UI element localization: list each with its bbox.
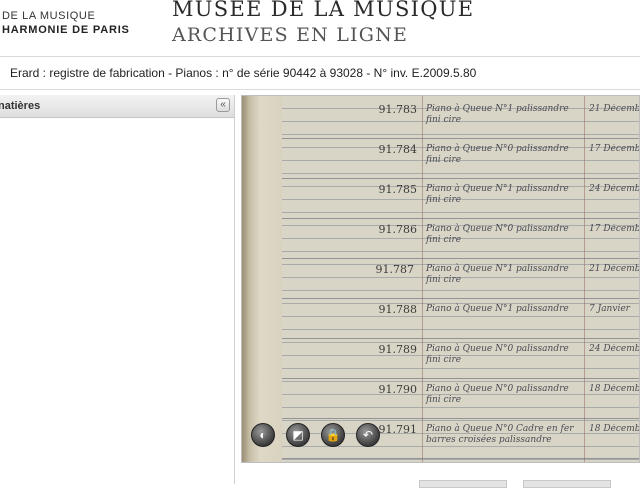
entry-date: 24 Décembre xyxy=(589,184,640,194)
column-rule xyxy=(422,96,423,462)
row-rule xyxy=(282,298,639,299)
entry-description-line: Piano à Queue N°1 palissandre xyxy=(426,304,569,314)
entry-description: Piano à Queue N°0 palissandre fini cire xyxy=(426,144,582,166)
entry-description: Piano à Queue N°0 palissandre fini cire xyxy=(426,344,582,366)
row-rule xyxy=(282,458,639,459)
entry-description-line: Piano à Queue N°1 palissandre xyxy=(426,104,569,114)
entry-description: Piano à Queue N°0 palissandre fini cire xyxy=(426,224,582,246)
entry-date: 17 Décembre xyxy=(589,224,640,234)
entry-description-line: Piano à Queue N°0 Cadre en fer xyxy=(426,424,574,434)
panel-header: natières « xyxy=(0,95,234,118)
document-title-bar: Erard : registre de fabrication - Pianos… xyxy=(0,57,640,90)
row-rule xyxy=(282,138,639,139)
table-of-contents-panel: natières « xyxy=(0,95,235,484)
entry-date: 18 Décembre xyxy=(589,424,640,434)
document-title: Erard : registre de fabrication - Pianos… xyxy=(10,66,477,80)
entry-number: 91.784 xyxy=(378,143,418,156)
ledger-page-image[interactable]: 91.783 Piano à Queue N°1 palissandre fini … xyxy=(242,96,640,462)
entry-description: Piano à Queue N°1 palissandre fini cire xyxy=(426,104,582,126)
entry-description-line: Piano à Queue N°1 palissandre xyxy=(426,184,569,194)
entry-description-line: fini cire xyxy=(426,155,462,165)
entry-description-line: Piano à Queue N°0 palissandre xyxy=(426,224,569,234)
entry-date: 24 Décembre xyxy=(589,344,640,354)
rotate-icon[interactable]: ↶ xyxy=(356,423,380,447)
entry-description-line: fini cire xyxy=(426,395,462,405)
footer-tab[interactable] xyxy=(523,480,611,488)
entry-number: 91.785 xyxy=(378,183,418,196)
viewer-footer xyxy=(241,466,640,488)
panel-title: natières xyxy=(0,100,41,112)
entry-description-line: fini cire xyxy=(426,115,462,125)
row-rule xyxy=(282,178,639,179)
entry-date: 21 Décembre xyxy=(589,104,640,114)
column-rule xyxy=(584,96,585,462)
entry-date: 18 Décembre xyxy=(589,384,640,394)
book-spine xyxy=(242,96,282,462)
entry-description-line: Piano à Queue N°1 palissandre xyxy=(426,264,569,274)
entry-number: 91.788 xyxy=(378,303,418,316)
footer-tab[interactable] xyxy=(419,480,507,488)
image-viewer[interactable]: 91.783 Piano à Queue N°1 palissandre fini … xyxy=(241,95,640,463)
brand-line-1: DE LA MUSIQUE xyxy=(2,10,96,22)
row-rule xyxy=(282,338,639,339)
entry-date: 7 Janvier xyxy=(589,304,630,314)
entry-description-line: fini cire xyxy=(426,235,462,245)
row-rule xyxy=(282,378,639,379)
entry-description-line: fini cire xyxy=(426,355,462,365)
entry-description-line: fini cire xyxy=(426,275,462,285)
entry-description: Piano à Queue N°0 palissandre fini cire xyxy=(426,384,582,406)
brand-line-2[interactable]: HARMONIE DE PARIS xyxy=(2,24,130,36)
entry-description-line: Piano à Queue N°0 palissandre xyxy=(426,344,569,354)
entry-date: 21 Décembre xyxy=(589,264,640,274)
entry-number: 91.783 xyxy=(378,103,418,116)
entry-number: 91.789 xyxy=(378,343,418,356)
collapse-panel-button[interactable]: « xyxy=(216,98,230,112)
entry-description-line: Piano à Queue N°0 palissandre xyxy=(426,384,569,394)
entry-number: 91.786 xyxy=(378,223,418,236)
row-rule xyxy=(282,258,639,259)
entry-date: 17 Décembre xyxy=(589,144,640,154)
lock-icon[interactable]: 🔒 xyxy=(321,423,345,447)
site-subtitle: ARCHIVES EN LIGNE xyxy=(172,24,409,46)
entry-number: 91.790 xyxy=(378,383,418,396)
entry-description-line: fini cire xyxy=(426,195,462,205)
entry-number: 91.787 xyxy=(375,263,415,276)
site-header: DE LA MUSIQUE HARMONIE DE PARIS MUSÉE DE… xyxy=(0,0,640,57)
entry-description-line: Piano à Queue N°0 palissandre xyxy=(426,144,569,154)
row-rule xyxy=(282,218,639,219)
contrast-icon[interactable]: ◩ xyxy=(286,423,310,447)
entry-description-line: barres croisées palissandre xyxy=(426,435,552,445)
entry-description: Piano à Queue N°0 Cadre en fer barres cro… xyxy=(426,424,582,446)
brightness-icon[interactable]: ◐ xyxy=(251,423,275,447)
entry-description: Piano à Queue N°1 palissandre fini cire xyxy=(426,264,582,286)
site-title: MUSÉE DE LA MUSIQUE xyxy=(172,0,475,21)
entry-description: Piano à Queue N°1 palissandre fini cire xyxy=(426,184,582,206)
row-rule xyxy=(282,418,639,419)
entry-description: Piano à Queue N°1 palissandre xyxy=(426,304,582,315)
